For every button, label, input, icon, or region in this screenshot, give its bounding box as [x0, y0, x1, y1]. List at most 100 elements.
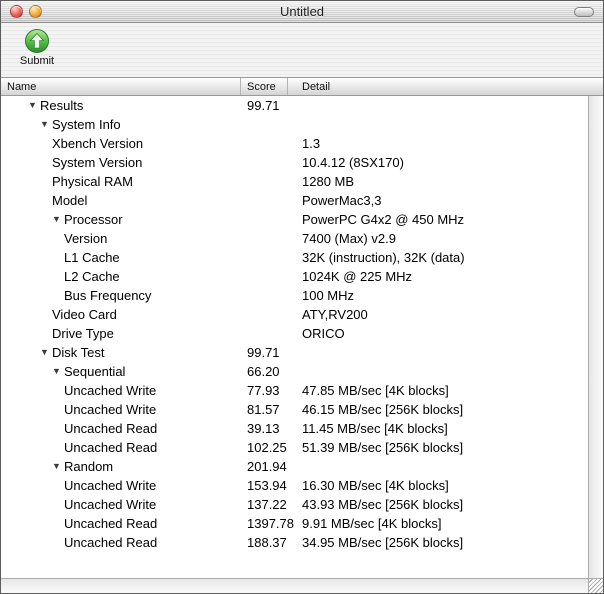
disclosure-triangle-icon[interactable]: ▼	[52, 367, 64, 376]
submit-label: Submit	[19, 55, 55, 67]
toolbar: Submit	[1, 23, 603, 78]
column-header-name[interactable]: Name	[1, 78, 241, 95]
row-name-label: Disk Test	[52, 345, 105, 360]
row-score: 81.57	[247, 402, 280, 417]
row-score: 1397.78	[247, 516, 294, 531]
row-score: 201.94	[247, 459, 287, 474]
row-detail: 7400 (Max) v2.9	[302, 231, 396, 246]
row-name-label: Uncached Read	[64, 421, 158, 436]
row-name-cell: ▼ Random	[1, 459, 241, 474]
row-name-cell: L1 Cache	[1, 250, 241, 265]
row-score: 137.22	[247, 497, 287, 512]
row-name-label: Results	[40, 98, 84, 113]
titlebar[interactable]: Untitled	[1, 1, 603, 23]
table-row[interactable]: Uncached Read 39.13 11.45 MB/sec [4K block…	[1, 419, 588, 438]
row-name-cell: ▼ Processor	[1, 212, 241, 227]
column-header-score[interactable]: Score	[241, 78, 288, 95]
row-score: 99.71	[247, 345, 280, 360]
table-row[interactable]: Xbench Version 1.3	[1, 134, 588, 153]
row-detail: 100 MHz	[302, 288, 355, 303]
row-name-cell: ▼ Disk Test	[1, 345, 241, 360]
row-score: 99.71	[247, 98, 280, 113]
table-header: Name Score Detail	[1, 78, 603, 96]
table-row[interactable]: ▼ Random 201.94	[1, 457, 588, 476]
row-name-cell: Model	[1, 193, 241, 208]
table-row[interactable]: Uncached Read 1397.78 9.91 MB/sec [4K bloc…	[1, 514, 588, 533]
results-outline: ▼ Results 99.71 ▼ System Info Xbench Version 1…	[1, 96, 588, 578]
table-row[interactable]: ▼ System Info	[1, 115, 588, 134]
row-name-label: Sequential	[64, 364, 126, 379]
resize-grip-icon[interactable]	[588, 578, 603, 593]
row-name-label: Processor	[64, 212, 123, 227]
row-name-cell: Drive Type	[1, 326, 241, 341]
row-name-label: Uncached Write	[64, 402, 157, 417]
row-name-label: Uncached Read	[64, 516, 158, 531]
submit-button[interactable]: Submit	[13, 28, 61, 67]
row-name-cell: Xbench Version	[1, 136, 241, 151]
table-row[interactable]: Uncached Write 153.94 16.30 MB/sec [4K blo…	[1, 476, 588, 495]
row-name-label: Uncached Read	[64, 535, 158, 550]
row-score: 188.37	[247, 535, 287, 550]
table-row[interactable]: Physical RAM 1280 MB	[1, 172, 588, 191]
row-name-cell: Uncached Write	[1, 497, 241, 512]
row-detail: 1024K @ 225 MHz	[302, 269, 413, 284]
row-score: 153.94	[247, 478, 287, 493]
row-name-cell: Uncached Write	[1, 402, 241, 417]
row-name-label: System Info	[52, 117, 121, 132]
table-row[interactable]: Uncached Write 81.57 46.15 MB/sec [256K bl…	[1, 400, 588, 419]
row-detail: 1280 MB	[302, 174, 355, 189]
row-detail: 1.3	[302, 136, 321, 151]
row-name-label: Bus Frequency	[64, 288, 152, 303]
disclosure-triangle-icon[interactable]: ▼	[52, 215, 64, 224]
row-score: 66.20	[247, 364, 280, 379]
table-row[interactable]: Uncached Read 188.37 34.95 MB/sec [256K bl…	[1, 533, 588, 552]
submit-up-arrow-icon	[13, 28, 61, 54]
vertical-scrollbar[interactable]	[588, 96, 603, 578]
row-detail: 9.91 MB/sec [4K blocks]	[302, 516, 442, 531]
row-name-label: Random	[64, 459, 114, 474]
table-row[interactable]: L1 Cache 32K (instruction), 32K (data)	[1, 248, 588, 267]
row-name-label: Physical RAM	[52, 174, 133, 189]
row-detail: 47.85 MB/sec [4K blocks]	[302, 383, 449, 398]
disclosure-triangle-icon[interactable]: ▼	[52, 462, 64, 471]
table-row[interactable]: Bus Frequency 100 MHz	[1, 286, 588, 305]
table-row[interactable]: ▼ Disk Test 99.71	[1, 343, 588, 362]
row-name-label: Video Card	[52, 307, 117, 322]
row-name-label: Uncached Write	[64, 478, 157, 493]
row-name-label: Uncached Write	[64, 497, 157, 512]
row-detail: 51.39 MB/sec [256K blocks]	[302, 440, 464, 455]
disclosure-triangle-icon[interactable]: ▼	[40, 348, 52, 357]
table-row[interactable]: Drive Type ORICO	[1, 324, 588, 343]
table-row[interactable]: Video Card ATY,RV200	[1, 305, 588, 324]
table-row[interactable]: Model PowerMac3,3	[1, 191, 588, 210]
toolbar-toggle-button[interactable]	[574, 7, 594, 17]
table-row[interactable]: L2 Cache 1024K @ 225 MHz	[1, 267, 588, 286]
row-name-cell: ▼ Sequential	[1, 364, 241, 379]
row-name-cell: ▼ Results	[1, 98, 241, 113]
row-score: 102.25	[247, 440, 287, 455]
window: Untitled Submit Name Score Detail ▼ Resu…	[0, 0, 604, 594]
row-name-cell: Uncached Read	[1, 535, 241, 550]
column-header-detail[interactable]: Detail	[288, 78, 603, 95]
row-name-label: Version	[64, 231, 108, 246]
row-name-cell: Uncached Write	[1, 383, 241, 398]
table-row[interactable]: Uncached Read 102.25 51.39 MB/sec [256K bl…	[1, 438, 588, 457]
row-name-cell: Uncached Read	[1, 421, 241, 436]
window-title: Untitled	[279, 4, 325, 19]
horizontal-scrollbar[interactable]	[1, 578, 588, 593]
row-detail: ATY,RV200	[302, 307, 368, 322]
table-row[interactable]: Uncached Write 77.93 47.85 MB/sec [4K bloc…	[1, 381, 588, 400]
row-name-label: Uncached Write	[64, 383, 157, 398]
disclosure-triangle-icon[interactable]: ▼	[40, 120, 52, 129]
row-detail: 16.30 MB/sec [4K blocks]	[302, 478, 449, 493]
row-detail: 11.45 MB/sec [4K blocks]	[302, 421, 448, 436]
disclosure-triangle-icon[interactable]: ▼	[28, 101, 40, 110]
table-row[interactable]: ▼ Processor PowerPC G4x2 @ 450 MHz	[1, 210, 588, 229]
row-name-label: L1 Cache	[64, 250, 120, 265]
table-row[interactable]: Uncached Write 137.22 43.93 MB/sec [256K b…	[1, 495, 588, 514]
table-row[interactable]: ▼ Results 99.71	[1, 96, 588, 115]
table-row[interactable]: Version 7400 (Max) v2.9	[1, 229, 588, 248]
table-row[interactable]: System Version 10.4.12 (8SX170)	[1, 153, 588, 172]
table-row[interactable]: ▼ Sequential 66.20	[1, 362, 588, 381]
row-name-label: L2 Cache	[64, 269, 120, 284]
